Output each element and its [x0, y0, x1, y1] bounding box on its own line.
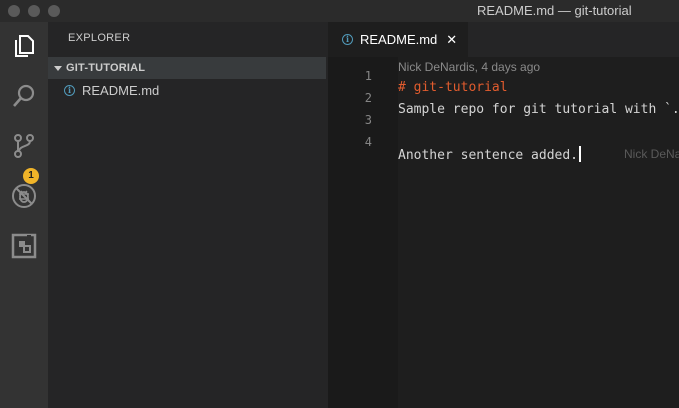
line-number: 1 — [364, 69, 372, 83]
source-control-button[interactable] — [0, 122, 48, 170]
inline-blame: Nick DeNardis — [624, 147, 679, 161]
blame-header: Nick DeNardis, 4 days ago — [398, 60, 541, 74]
explorer-sidebar: EXPLORER GIT-TUTORIAL i README.md — [48, 22, 328, 408]
search-icon — [13, 84, 35, 107]
info-icon: i — [64, 84, 75, 96]
debug-icon — [12, 184, 36, 208]
file-name: README.md — [82, 82, 160, 98]
tab-bar: i README.md ✕ — [328, 22, 679, 57]
text-cursor — [579, 146, 582, 162]
close-window-button[interactable] — [8, 5, 20, 17]
close-icon[interactable]: ✕ — [446, 32, 457, 48]
extensions-button[interactable] — [0, 222, 48, 270]
editor: i README.md ✕ 1 2 3 4 Nick DeNardis, 4 d… — [328, 22, 679, 408]
folder-name: GIT-TUTORIAL — [66, 62, 146, 74]
tab-label: README.md — [360, 32, 438, 47]
line-number-gutter: 1 2 3 4 — [328, 57, 398, 408]
code-line-4[interactable]: Another sentence added. — [398, 146, 582, 163]
info-icon: i — [342, 34, 353, 45]
window-title: README.md — git-tutorial — [477, 3, 632, 18]
zoom-window-button[interactable] — [48, 5, 60, 17]
minimize-window-button[interactable] — [28, 5, 40, 17]
chevron-down-icon — [54, 65, 62, 71]
extensions-icon — [11, 233, 37, 259]
file-item-readme[interactable]: i README.md — [48, 79, 326, 101]
title-bar: README.md — git-tutorial — [0, 0, 679, 22]
line-number: 3 — [364, 113, 372, 127]
files-icon — [15, 35, 34, 57]
explorer-title: EXPLORER — [68, 32, 131, 44]
line-number: 4 — [364, 135, 372, 149]
tab-readme[interactable]: i README.md ✕ — [328, 22, 468, 57]
code-line-1[interactable]: # git-tutorial — [398, 80, 508, 95]
code-line-2[interactable]: Sample repo for git tutorial with `. — [398, 102, 679, 117]
activity-bar: 1 — [0, 22, 48, 408]
code-line-4-text: Another sentence added. — [398, 148, 579, 163]
explorer-button[interactable] — [0, 22, 48, 70]
line-number: 2 — [364, 91, 372, 105]
debug-button[interactable] — [0, 172, 48, 220]
source-control-icon — [14, 134, 34, 158]
folder-git-tutorial[interactable]: GIT-TUTORIAL — [48, 57, 326, 79]
search-button[interactable] — [0, 72, 48, 120]
